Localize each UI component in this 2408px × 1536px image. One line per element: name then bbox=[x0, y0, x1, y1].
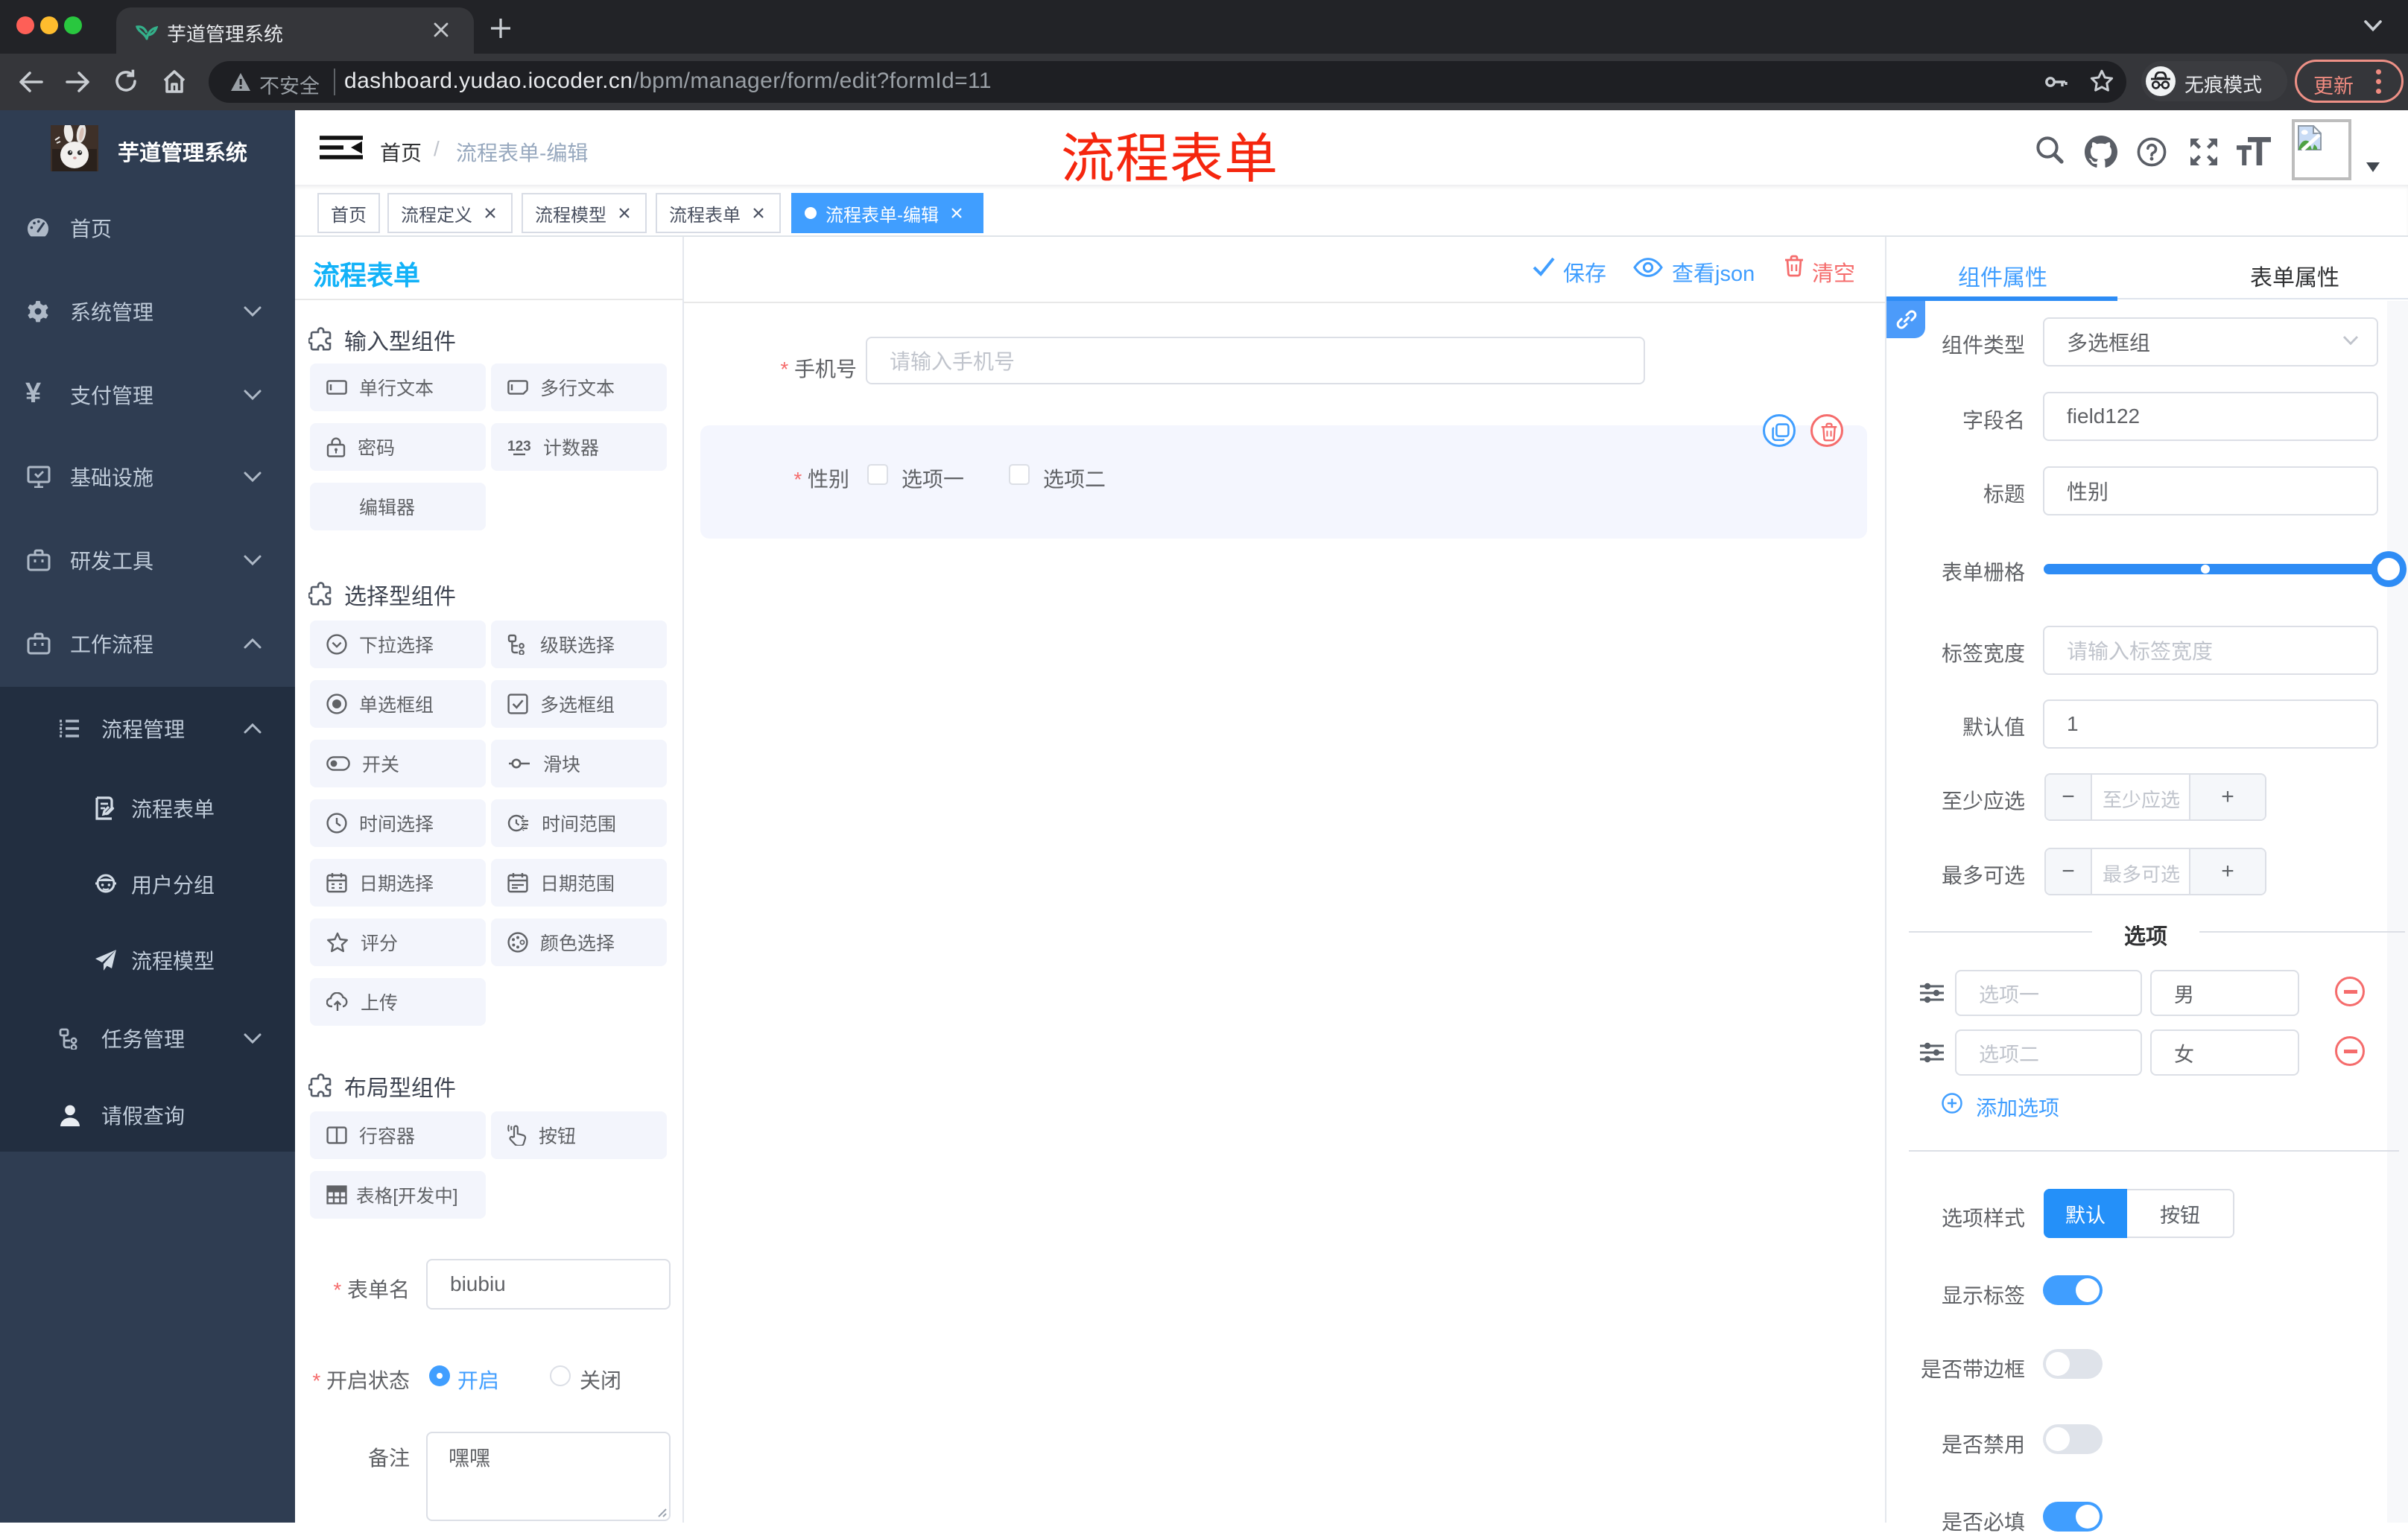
svg-text:123: 123 bbox=[507, 439, 531, 454]
